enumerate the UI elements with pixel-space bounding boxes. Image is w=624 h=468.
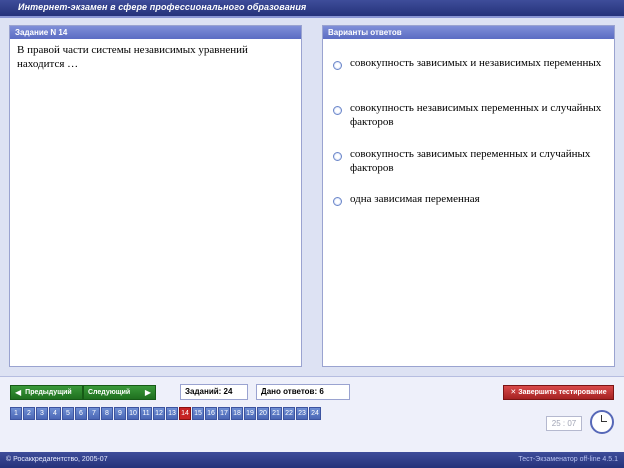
finish-label: Завершить тестирование (518, 389, 607, 396)
answer-option-4[interactable]: одна зависимая переменная (333, 192, 603, 206)
page-button-16[interactable]: 16 (205, 407, 217, 420)
page-button-22[interactable]: 22 (283, 407, 295, 420)
radio-button[interactable] (333, 197, 342, 206)
answer-label: одна зависимая переменная (350, 193, 480, 205)
question-pager: 1 2 3 4 5 6 7 8 9 10 11 12 13 14 15 16 17 18 19 20 21 22 23 24 (10, 407, 322, 420)
answer-option-1[interactable]: совокупность зависимых и независимых пер… (333, 56, 603, 70)
answers-panel: Варианты ответов совокупность зависимых … (322, 25, 615, 367)
clock-icon (590, 410, 614, 434)
tasks-count: Заданий: 24 (180, 384, 248, 400)
page-button-12[interactable]: 12 (153, 407, 165, 420)
version-text: Тест-Экзаменатор off-line 4.5.1 (518, 456, 618, 463)
radio-button[interactable] (333, 106, 342, 115)
page-button-19[interactable]: 19 (244, 407, 256, 420)
page-button-1[interactable]: 1 (10, 407, 22, 420)
page-button-18[interactable]: 18 (231, 407, 243, 420)
page-button-21[interactable]: 21 (270, 407, 282, 420)
page-button-9[interactable]: 9 (114, 407, 126, 420)
answer-label: совокупность независимых переменных и сл… (350, 102, 602, 128)
next-button[interactable]: Следующий ▶ (83, 385, 156, 400)
page-button-11[interactable]: 11 (140, 407, 152, 420)
page-button-23[interactable]: 23 (296, 407, 308, 420)
finish-test-button[interactable]: ✕ Завершить тестирование (503, 385, 614, 400)
page-button-15[interactable]: 15 (192, 407, 204, 420)
page-button-5[interactable]: 5 (62, 407, 74, 420)
page-button-4[interactable]: 4 (49, 407, 61, 420)
page-button-20[interactable]: 20 (257, 407, 269, 420)
answers-header: Варианты ответов (323, 26, 614, 39)
runner-icon: ✕ (510, 389, 517, 396)
answer-label: совокупность зависимых и независимых пер… (350, 57, 602, 69)
radio-button[interactable] (333, 61, 342, 70)
page-button-10[interactable]: 10 (127, 407, 139, 420)
question-panel: Задание N 14 В правой части системы неза… (9, 25, 302, 367)
page-button-3[interactable]: 3 (36, 407, 48, 420)
status-bar: © Росаккредагентство, 2005-07 Тест-Экзам… (0, 452, 624, 468)
previous-button[interactable]: ◀ Предыдущий (10, 385, 83, 400)
question-text: В правой части системы независимых уравн… (17, 44, 248, 70)
page-button-13[interactable]: 13 (166, 407, 178, 420)
page-button-2[interactable]: 2 (23, 407, 35, 420)
copyright-text: © Росаккредагентство, 2005-07 (6, 456, 108, 463)
question-header: Задание N 14 (10, 26, 301, 39)
next-label: Следующий (88, 389, 131, 396)
previous-label: Предыдущий (25, 389, 72, 396)
radio-button[interactable] (333, 152, 342, 161)
answer-option-2[interactable]: совокупность независимых переменных и сл… (333, 101, 603, 129)
page-button-6[interactable]: 6 (75, 407, 87, 420)
title-bar: Интернет-экзамен в сфере профессионально… (0, 0, 624, 18)
answers-count: Дано ответов: 6 (256, 384, 350, 400)
page-button-24[interactable]: 24 (309, 407, 321, 420)
arrow-right-icon: ▶ (144, 388, 151, 397)
answer-label: совокупность зависимых переменных и случ… (350, 148, 591, 174)
page-button-14[interactable]: 14 (179, 407, 191, 420)
arrow-left-icon: ◀ (15, 388, 22, 397)
page-button-7[interactable]: 7 (88, 407, 100, 420)
window-title: Интернет-экзамен в сфере профессионально… (18, 2, 307, 12)
answer-option-3[interactable]: совокупность зависимых переменных и случ… (333, 147, 603, 175)
page-button-17[interactable]: 17 (218, 407, 230, 420)
timer-display: 25 : 07 (546, 416, 582, 431)
page-button-8[interactable]: 8 (101, 407, 113, 420)
